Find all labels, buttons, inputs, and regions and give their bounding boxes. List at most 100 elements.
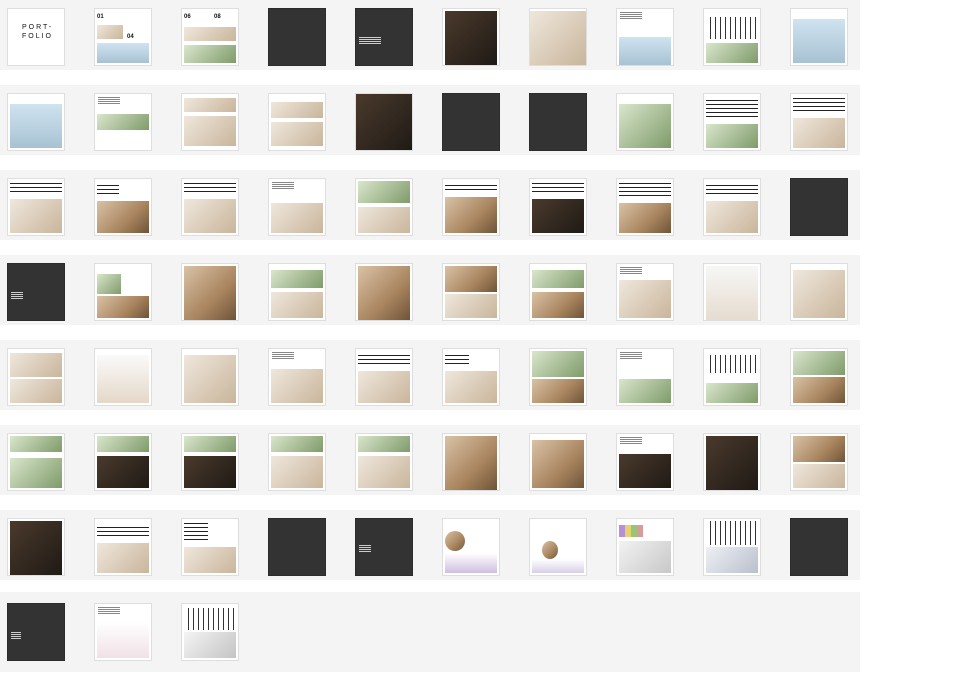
page-thumbnail[interactable] (703, 348, 761, 406)
page-thumbnail-dark[interactable] (790, 518, 848, 576)
photo (793, 377, 845, 403)
page-thumbnail[interactable] (703, 93, 761, 151)
page-thumbnail[interactable] (268, 93, 326, 151)
page-thumbnail[interactable] (703, 518, 761, 576)
page-thumbnail[interactable] (616, 263, 674, 321)
page-thumbnail[interactable] (181, 93, 239, 151)
page-thumbnail-dark-text[interactable] (7, 263, 65, 321)
page-thumbnail[interactable] (355, 178, 413, 236)
page-thumbnail[interactable] (94, 93, 152, 151)
text-block (98, 607, 120, 615)
page-thumbnail[interactable] (616, 93, 674, 151)
page-thumbnail[interactable] (94, 433, 152, 491)
page-thumbnail[interactable] (94, 518, 152, 576)
page-thumbnail[interactable] (355, 263, 413, 321)
page-thumbnail[interactable] (94, 263, 152, 321)
page-thumbnail-dark[interactable] (442, 93, 500, 151)
page-thumbnail[interactable] (355, 348, 413, 406)
photo (97, 355, 149, 403)
page-thumbnail[interactable] (529, 518, 587, 576)
photo (793, 436, 845, 462)
page-thumbnail[interactable] (529, 178, 587, 236)
page-thumbnail[interactable] (442, 348, 500, 406)
drawing (97, 525, 149, 539)
page-thumbnail[interactable] (616, 518, 674, 576)
page-thumbnail[interactable] (790, 93, 848, 151)
page-thumbnail-dark-text[interactable] (355, 518, 413, 576)
page-thumbnail[interactable] (616, 178, 674, 236)
page-thumbnail[interactable] (616, 348, 674, 406)
page-thumbnail[interactable] (181, 178, 239, 236)
page-thumbnail-cover[interactable]: PORT- FOLIO (7, 8, 65, 66)
photo (793, 19, 845, 63)
page-thumbnail[interactable] (355, 433, 413, 491)
drawing (10, 183, 62, 195)
photo (184, 456, 236, 488)
page-thumbnail[interactable] (181, 348, 239, 406)
drawing (358, 353, 410, 367)
page-thumbnail[interactable] (94, 178, 152, 236)
page-thumbnail-dark-text[interactable] (7, 603, 65, 661)
photo (706, 43, 758, 63)
page-thumbnail[interactable] (616, 8, 674, 66)
photo (10, 458, 62, 488)
photo (358, 181, 410, 203)
page-thumbnail[interactable] (268, 433, 326, 491)
page-thumbnail[interactable] (7, 93, 65, 151)
page-thumbnail[interactable] (181, 263, 239, 321)
page-thumbnail[interactable] (7, 348, 65, 406)
page-thumbnail[interactable] (7, 178, 65, 236)
cover-title-line1: PORT- (22, 24, 54, 31)
page-thumbnail[interactable] (442, 178, 500, 236)
page-thumbnail[interactable] (268, 348, 326, 406)
page-thumbnail[interactable] (7, 518, 65, 576)
page-thumbnail[interactable] (442, 263, 500, 321)
page-thumbnail[interactable] (790, 433, 848, 491)
page-thumbnail[interactable] (268, 263, 326, 321)
page-thumbnail-contents-1[interactable]: 01 04 (94, 8, 152, 66)
page-thumbnail[interactable] (703, 433, 761, 491)
page-thumbnail[interactable] (790, 8, 848, 66)
page-thumbnail[interactable] (790, 263, 848, 321)
page-thumbnail[interactable] (703, 178, 761, 236)
page-thumbnail-dark-text[interactable] (355, 8, 413, 66)
photo (271, 292, 323, 318)
page-thumbnail[interactable] (442, 518, 500, 576)
photo (619, 541, 671, 573)
page-thumbnail[interactable] (529, 348, 587, 406)
page-thumbnail[interactable] (616, 433, 674, 491)
page-thumbnail-dark[interactable] (268, 8, 326, 66)
page-thumbnail[interactable] (181, 433, 239, 491)
page-thumbnail[interactable] (355, 93, 413, 151)
page-thumbnail[interactable] (94, 348, 152, 406)
page-thumbnail-dark[interactable] (790, 178, 848, 236)
page-thumbnail[interactable] (442, 8, 500, 66)
page-thumbnail-dark[interactable] (268, 518, 326, 576)
page-thumbnail[interactable] (790, 348, 848, 406)
photo (10, 521, 62, 575)
page-thumbnail[interactable] (181, 518, 239, 576)
photo (619, 104, 671, 148)
page-thumbnail[interactable] (442, 433, 500, 491)
page-thumbnail-contents-2[interactable]: 06 08 (181, 8, 239, 66)
page-thumbnail[interactable] (94, 603, 152, 661)
photo (706, 436, 758, 490)
page-thumbnail[interactable] (268, 178, 326, 236)
photo (706, 547, 758, 573)
photo (793, 351, 845, 375)
page-thumbnail[interactable] (703, 263, 761, 321)
photo (445, 531, 465, 551)
page-thumbnail[interactable] (703, 8, 761, 66)
photo (184, 547, 236, 573)
photo (530, 11, 586, 65)
page-thumbnail[interactable] (529, 8, 587, 66)
page-thumbnail[interactable] (7, 433, 65, 491)
page-thumbnail-dark[interactable] (529, 93, 587, 151)
page-thumbnail[interactable] (529, 433, 587, 491)
photo (532, 292, 584, 318)
photo (706, 124, 758, 148)
drawing (706, 355, 758, 373)
page-thumbnail[interactable] (529, 263, 587, 321)
drawing (793, 98, 845, 114)
page-thumbnail[interactable] (181, 603, 239, 661)
